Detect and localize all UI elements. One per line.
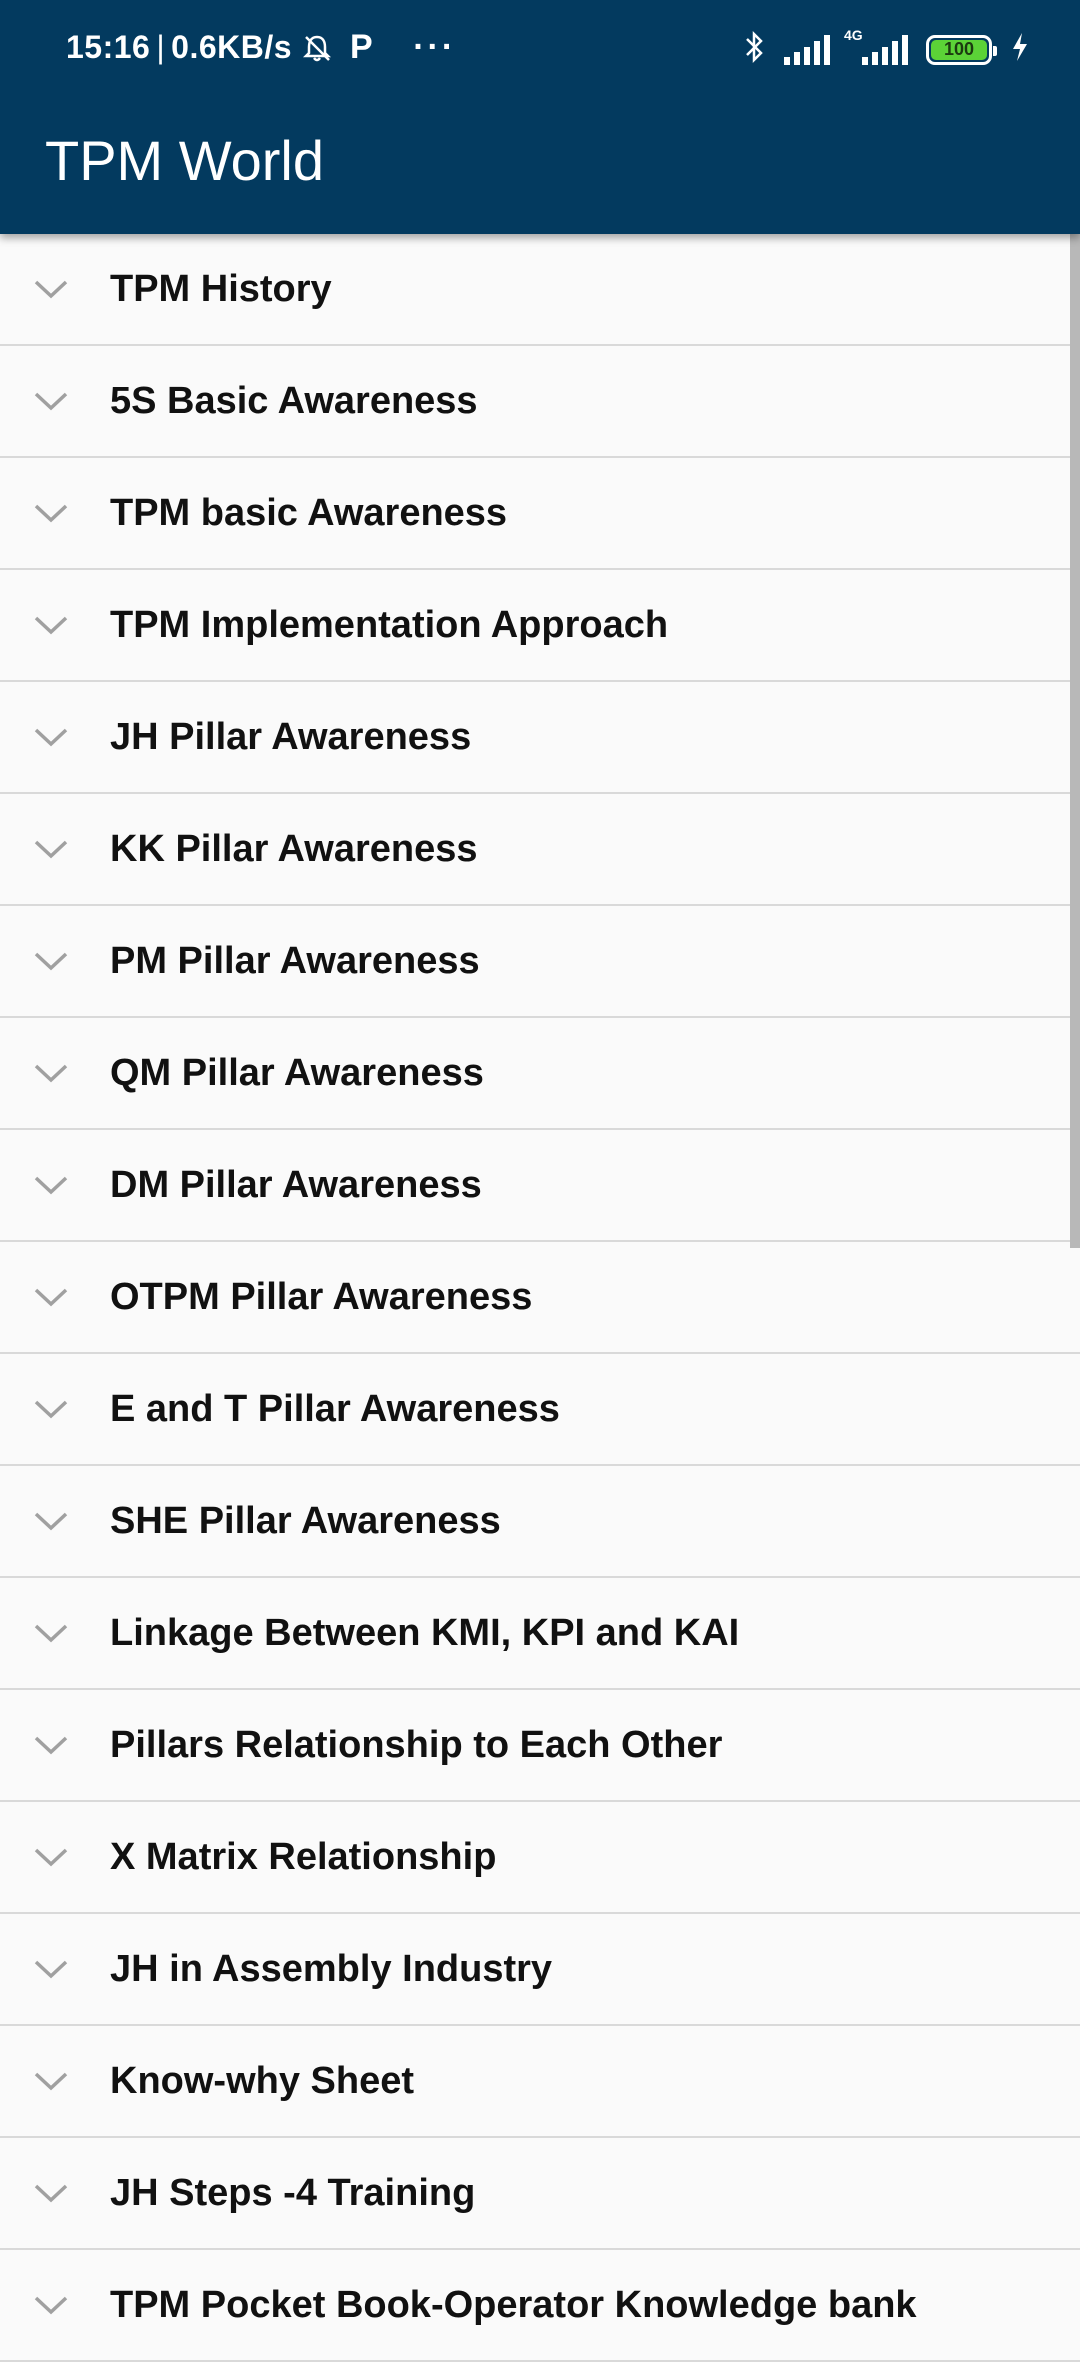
- topic-row[interactable]: OTPM Pillar Awareness: [0, 1242, 1080, 1354]
- chevron-down-icon: [34, 2072, 68, 2091]
- topic-label: E and T Pillar Awareness: [110, 1387, 560, 1430]
- topic-label: TPM basic Awareness: [110, 491, 508, 534]
- topic-row[interactable]: Linkage Between KMI, KPI and KAI: [0, 1578, 1080, 1690]
- topic-row[interactable]: TPM Pocket Book-Operator Knowledge bank: [0, 2250, 1080, 2362]
- topic-row[interactable]: KK Pillar Awareness: [0, 794, 1080, 906]
- chevron-down-icon: [34, 616, 68, 635]
- topic-label: JH Pillar Awareness: [110, 715, 472, 758]
- signal-icon: [784, 34, 830, 65]
- chevron-down-icon: [34, 1400, 68, 1419]
- topic-row[interactable]: TPM History: [0, 234, 1080, 346]
- battery-icon: 100: [926, 34, 997, 65]
- chevron-down-icon: [34, 1064, 68, 1083]
- topic-row[interactable]: TPM basic Awareness: [0, 458, 1080, 570]
- app-header: 15:16 | 0.6KB/s P ··· 4G 100 TPM World: [0, 0, 1080, 234]
- topic-label: OTPM Pillar Awareness: [110, 1275, 533, 1318]
- topic-label: DM Pillar Awareness: [110, 1163, 482, 1206]
- topic-list: TPM History 5S Basic Awareness TPM basic A…: [0, 234, 1080, 2362]
- chevron-down-icon: [34, 1848, 68, 1867]
- topic-label: SHE Pillar Awareness: [110, 1499, 501, 1542]
- topic-row[interactable]: E and T Pillar Awareness: [0, 1354, 1080, 1466]
- scrollbar[interactable]: [1070, 234, 1080, 1248]
- chevron-down-icon: [34, 2296, 68, 2315]
- topic-label: JH Steps -4 Training: [110, 2171, 476, 2214]
- chevron-down-icon: [34, 1512, 68, 1531]
- alarm-off-icon: [302, 33, 332, 63]
- chevron-down-icon: [34, 1176, 68, 1195]
- status-time: 15:16: [66, 29, 151, 65]
- network-speed: 0.6KB/s: [171, 29, 293, 65]
- charging-icon: [1010, 31, 1030, 68]
- topic-label: X Matrix Relationship: [110, 1835, 497, 1878]
- topic-row[interactable]: JH in Assembly Industry: [0, 1914, 1080, 2026]
- topic-row[interactable]: PM Pillar Awareness: [0, 906, 1080, 1018]
- app-title: TPM World: [45, 129, 324, 192]
- topic-row[interactable]: DM Pillar Awareness: [0, 1130, 1080, 1242]
- topic-row[interactable]: QM Pillar Awareness: [0, 1018, 1080, 1130]
- chevron-down-icon: [34, 2184, 68, 2203]
- topic-row[interactable]: 5S Basic Awareness: [0, 346, 1080, 458]
- topic-row[interactable]: Pillars Relationship to Each Other: [0, 1690, 1080, 1802]
- chevron-down-icon: [34, 728, 68, 747]
- chevron-down-icon: [34, 1960, 68, 1979]
- chevron-down-icon: [34, 1624, 68, 1643]
- battery-level: 100: [931, 39, 987, 60]
- topic-row[interactable]: JH Steps -4 Training: [0, 2138, 1080, 2250]
- more-dots-icon: ···: [413, 28, 457, 66]
- p-app-icon: P: [350, 28, 374, 66]
- chevron-down-icon: [34, 280, 68, 299]
- topic-label: TPM Pocket Book-Operator Knowledge bank: [110, 2283, 917, 2326]
- chevron-down-icon: [34, 1288, 68, 1307]
- chevron-down-icon: [34, 392, 68, 411]
- chevron-down-icon: [34, 1736, 68, 1755]
- topic-row[interactable]: TPM Implementation Approach: [0, 570, 1080, 682]
- topic-label: JH in Assembly Industry: [110, 1947, 553, 1990]
- chevron-down-icon: [34, 840, 68, 859]
- topic-label: Know-why Sheet: [110, 2059, 415, 2102]
- topic-label: 5S Basic Awareness: [110, 379, 478, 422]
- status-bar: 15:16 | 0.6KB/s P ··· 4G 100: [0, 0, 1080, 100]
- 4g-signal-icon: 4G: [844, 27, 908, 65]
- bluetooth-icon: [744, 30, 766, 69]
- topic-label: Linkage Between KMI, KPI and KAI: [110, 1611, 740, 1654]
- chevron-down-icon: [34, 952, 68, 971]
- topic-label: KK Pillar Awareness: [110, 827, 478, 870]
- chevron-down-icon: [34, 504, 68, 523]
- topic-row[interactable]: Know-why Sheet: [0, 2026, 1080, 2138]
- topic-label: Pillars Relationship to Each Other: [110, 1723, 723, 1766]
- topic-row[interactable]: JH Pillar Awareness: [0, 682, 1080, 794]
- topic-label: TPM History: [110, 267, 332, 310]
- topic-label: PM Pillar Awareness: [110, 939, 480, 982]
- status-separator: |: [156, 29, 166, 65]
- topic-label: QM Pillar Awareness: [110, 1051, 484, 1094]
- topic-row[interactable]: SHE Pillar Awareness: [0, 1466, 1080, 1578]
- topic-label: TPM Implementation Approach: [110, 603, 669, 646]
- topic-row[interactable]: X Matrix Relationship: [0, 1802, 1080, 1914]
